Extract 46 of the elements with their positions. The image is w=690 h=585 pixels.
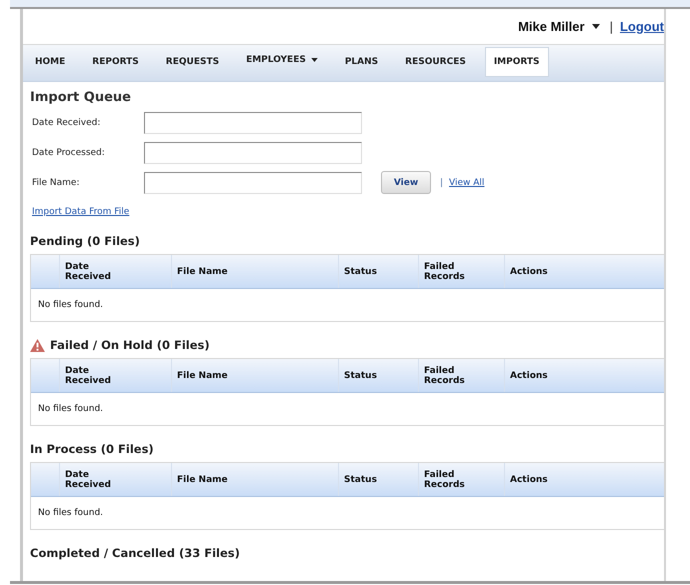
input-field[interactable] (144, 112, 362, 134)
empty-message: No files found. (38, 508, 104, 518)
column-header: Actions (510, 474, 548, 484)
nav-tab[interactable]: RESOURCES (397, 47, 474, 77)
column-header: Actions (510, 370, 548, 380)
logout-link[interactable]: Logout (620, 19, 664, 34)
nav-tab[interactable]: HOME (27, 47, 74, 77)
empty-message: No files found. (38, 300, 104, 310)
view-all-link[interactable]: View All (449, 178, 484, 188)
column-header: File Name (177, 474, 228, 484)
column-header: Failed Records (424, 470, 466, 490)
view-button[interactable]: View (381, 171, 431, 194)
column-header: File Name (177, 266, 228, 276)
nav-tab[interactable]: REPORTS (84, 47, 147, 77)
section-title: Pending (0 Files) (30, 234, 140, 248)
column-header: Actions (510, 266, 548, 276)
separator: | (440, 178, 444, 188)
field-label: Date Processed: (32, 148, 106, 158)
column-header: Date Received (65, 262, 112, 282)
field-label: Date Received: (32, 118, 102, 128)
input-field[interactable] (144, 142, 362, 164)
column-header: Failed Records (424, 366, 466, 386)
column-header: Date Received (65, 470, 112, 490)
nav-tab[interactable]: EMPLOYEES (238, 47, 326, 77)
column-header: File Name (177, 370, 228, 380)
input-field[interactable] (144, 172, 362, 194)
nav-tab[interactable]: IMPORTS (484, 47, 549, 77)
caret-icon (310, 58, 318, 62)
column-header: Date Received (65, 366, 112, 386)
column-header: Status (344, 474, 377, 484)
empty-message: No files found. (38, 404, 104, 414)
section-title: Completed / Cancelled (33 Files) (30, 546, 240, 560)
import-link[interactable]: Import Data From File (32, 207, 130, 217)
column-header: Failed Records (424, 262, 466, 282)
column-header: Status (344, 370, 377, 380)
nav-tab[interactable]: REQUESTS (158, 47, 228, 77)
section-title: Failed / On Hold (0 Files) (50, 338, 210, 352)
column-header: Status (344, 266, 377, 276)
warning-icon (30, 338, 45, 352)
section-title: In Process (0 Files) (30, 442, 154, 456)
section-title: Import Queue (30, 90, 132, 105)
nav-tab[interactable]: PLANS (336, 47, 386, 77)
field-label: File Name: (32, 178, 81, 188)
separator: | (610, 19, 613, 34)
user-menu[interactable]: Mike Miller (518, 19, 600, 34)
caret-icon (592, 24, 600, 29)
